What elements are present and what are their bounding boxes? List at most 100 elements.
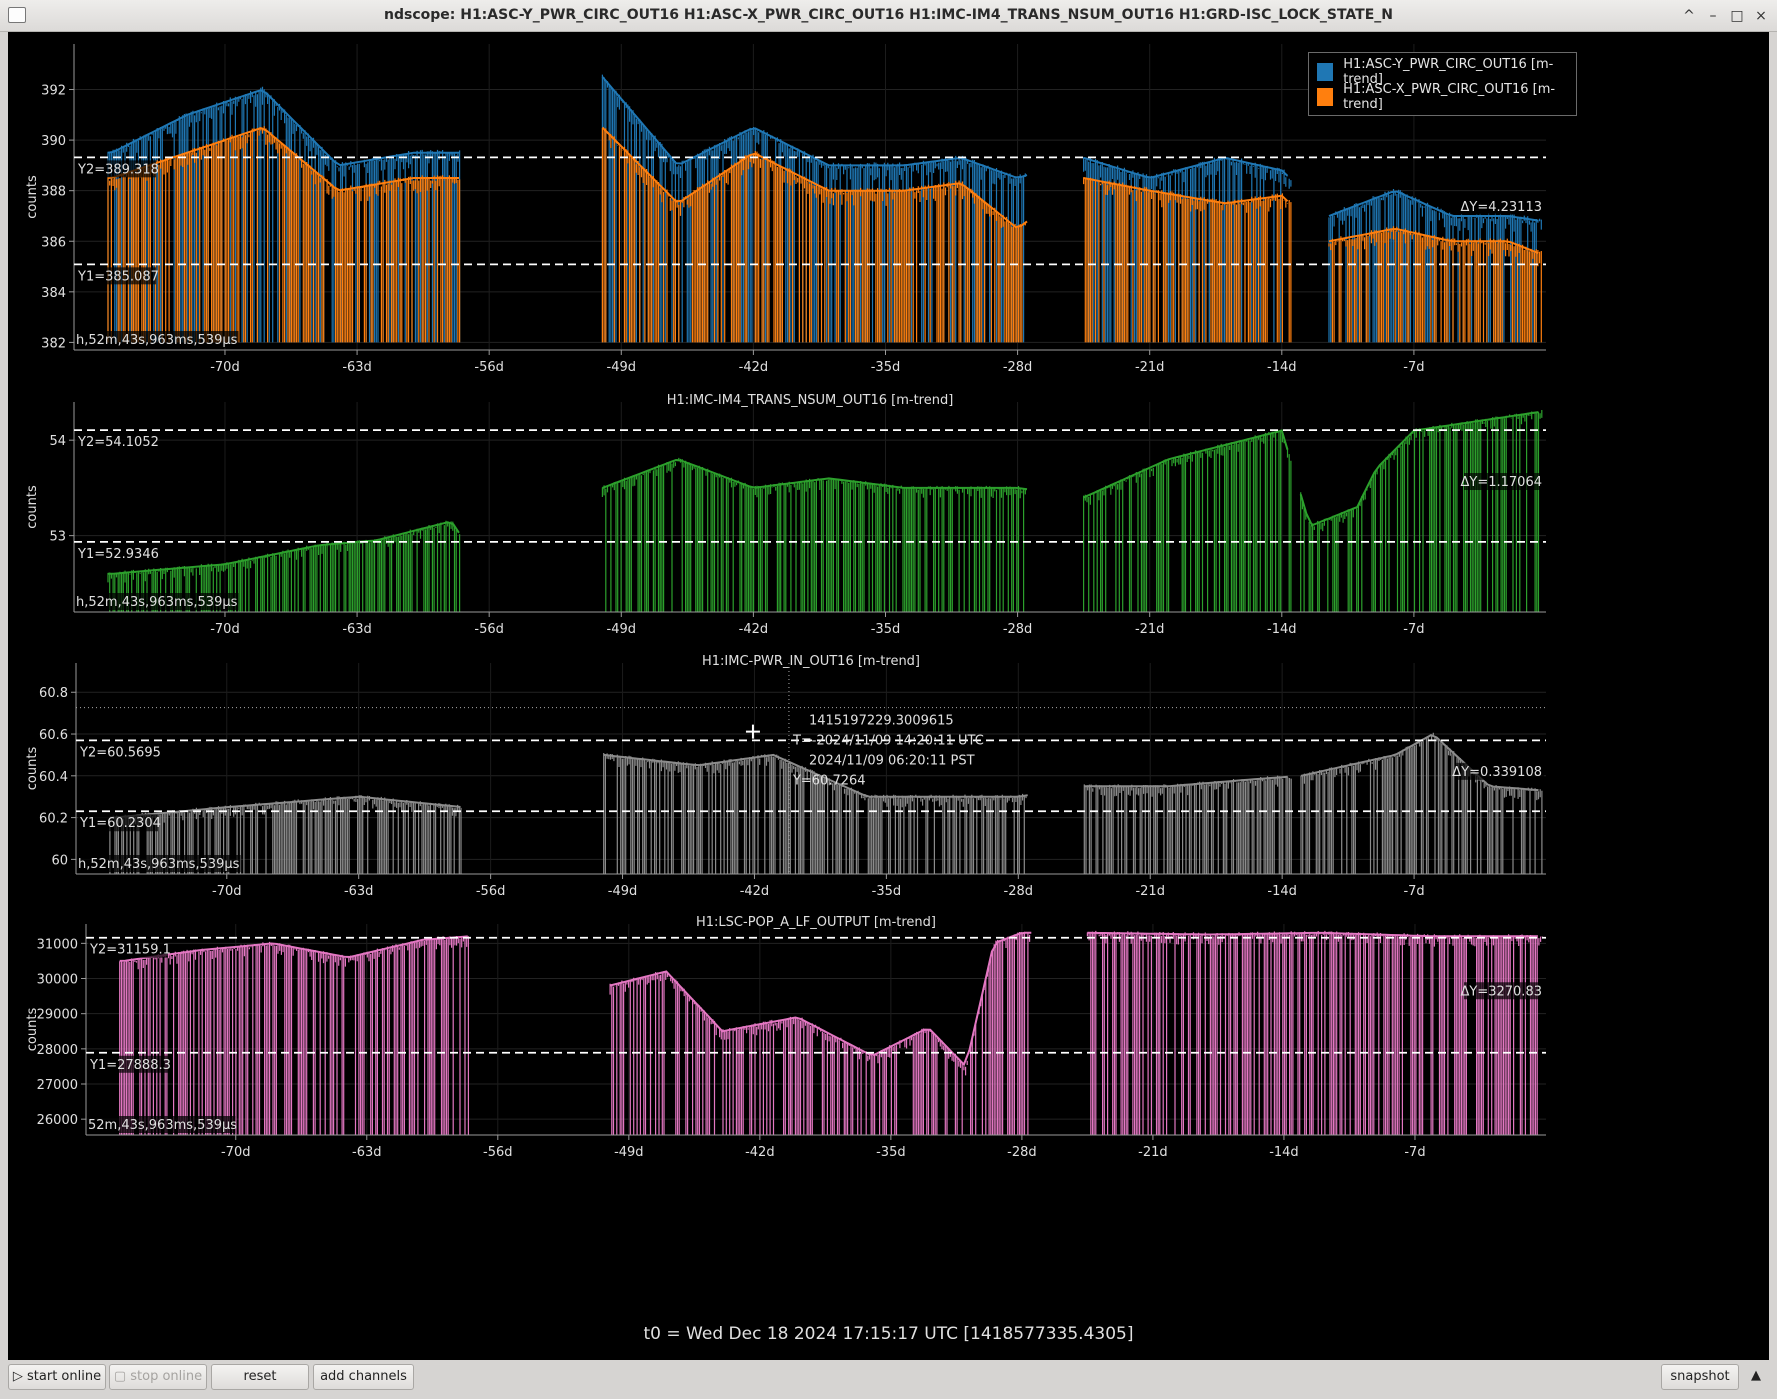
x-tick-label: -14d: [1267, 622, 1297, 637]
y-tick-label: 28000: [37, 1043, 78, 1058]
y-axis-label: counts: [25, 1008, 40, 1052]
y-tick-label: 382: [41, 336, 66, 351]
crosshair-readout: 2024/11/09 06:20:11 PST: [809, 754, 975, 769]
x-tick-label: -14d: [1267, 884, 1297, 899]
x-tick-label: -42d: [745, 1145, 775, 1160]
y-tick-label: 60.4: [39, 770, 68, 785]
x-tick-label: -21d: [1135, 884, 1165, 899]
y-tick-label: 53: [49, 530, 66, 545]
time-offset-label: h,52m,43s,963ms,539µs: [76, 595, 238, 610]
chart-title: H1:IMC-IM4_TRANS_NSUM_OUT16 [m-trend]: [667, 393, 954, 408]
y-tick-label: 60: [51, 853, 68, 868]
y-axis-label: counts: [25, 485, 40, 529]
x-tick-label: -70d: [210, 360, 240, 375]
y2-cursor-label: Y2=389.318: [77, 162, 159, 177]
t0-label: t0 = Wed Dec 18 2024 17:15:17 UTC [14185…: [643, 1324, 1134, 1344]
x-tick-label: -28d: [1007, 1145, 1037, 1160]
x-tick-label: -56d: [476, 884, 506, 899]
start-online-button[interactable]: ▷ start online: [8, 1364, 106, 1390]
window-titlebar: ndscope: H1:ASC-Y_PWR_CIRC_OUT16 H1:ASC-…: [0, 0, 1777, 32]
close-button[interactable]: ×: [1751, 6, 1771, 26]
chart-panel-4: 26000 27000 28000 29000 30000 31000 -70d -63d -5…: [25, 915, 1546, 1160]
y-tick-label: 60.2: [39, 812, 68, 827]
legend-entry[interactable]: H1:ASC-Y_PWR_CIRC_OUT16 [m-trend]: [1317, 57, 1568, 87]
y1-cursor-label: Y1=385.087: [77, 269, 159, 284]
window-title: ndscope: H1:ASC-Y_PWR_CIRC_OUT16 H1:ASC-…: [384, 7, 1393, 23]
y1-cursor-label: Y1=60.2304: [79, 816, 161, 831]
plots-svg[interactable]: 382 384 386 388 390 392 -70d -63d -56d -49d -42d -3…: [8, 32, 1769, 1322]
y-tick-label: 60.8: [39, 686, 68, 701]
x-tick-label: -49d: [607, 622, 637, 637]
x-tick-label: -35d: [871, 622, 901, 637]
x-tick-label: -42d: [740, 884, 770, 899]
crosshair-readout: 1415197229.3009615: [809, 714, 954, 729]
delta-y-label: ΔY=1.17064: [1461, 475, 1543, 490]
add-channels-button[interactable]: add channels: [313, 1364, 414, 1390]
y2-cursor-label: Y2=60.5695: [79, 745, 161, 760]
x-tick-label: -63d: [352, 1145, 382, 1160]
y-tick-label: 30000: [37, 973, 78, 988]
collapse-toolbar-icon[interactable]: ▲: [1743, 1364, 1769, 1390]
time-offset-label: 52m,43s,963ms,539µs: [88, 1118, 237, 1133]
x-tick-label: -70d: [221, 1145, 251, 1160]
x-tick-label: -42d: [739, 622, 769, 637]
x-tick-label: -7d: [1404, 1145, 1425, 1160]
chart-panel-2: 53 54 -70d -63d -56d -49d -42d -35d -28d -21d -14d…: [25, 393, 1546, 637]
series-trace: [603, 753, 1027, 874]
legend-swatch: [1317, 62, 1334, 81]
delta-y-label: ΔY=0.339108: [1452, 765, 1542, 780]
stop-online-button[interactable]: ▢ stop online: [109, 1364, 207, 1390]
y-tick-label: 60.6: [39, 728, 68, 743]
x-tick-label: -28d: [1003, 622, 1033, 637]
y-tick-label: 27000: [37, 1078, 78, 1093]
series-2: [107, 126, 1542, 343]
x-tick-label: -56d: [474, 622, 504, 637]
legend[interactable]: H1:ASC-Y_PWR_CIRC_OUT16 [m-trend] H1:ASC…: [1308, 52, 1577, 116]
x-tick-label: -14d: [1267, 360, 1297, 375]
x-tick-label: -7d: [1403, 884, 1424, 899]
time-offset-label: h,52m,43s,963ms,539µs: [78, 857, 240, 872]
x-tick-label: -35d: [876, 1145, 906, 1160]
crosshair-readout: Y=60.7264: [792, 774, 866, 789]
delta-y-label: ΔY=4.23113: [1461, 200, 1543, 215]
chart-title: H1:IMC-PWR_IN_OUT16 [m-trend]: [702, 654, 920, 669]
x-tick-label: -63d: [342, 360, 372, 375]
y1-cursor-label: Y1=27888.3: [89, 1058, 171, 1073]
legend-entry[interactable]: H1:ASC-X_PWR_CIRC_OUT16 [m-trend]: [1317, 81, 1568, 112]
move-cursor-icon: [745, 724, 760, 739]
x-tick-label: -28d: [1004, 884, 1034, 899]
series-trace: [1086, 930, 1543, 1135]
x-tick-label: -21d: [1135, 360, 1165, 375]
series-trace: [1328, 226, 1542, 343]
y-tick-label: 31000: [37, 937, 78, 952]
y-tick-label: 54: [49, 434, 66, 449]
x-tick-label: -14d: [1269, 1145, 1299, 1160]
y2-cursor-label: Y2=54.1052: [77, 435, 159, 450]
chart-panel-3: 60 60.2 60.4 60.6 60.8 -70d -63d -56d -49d -42d -3…: [25, 654, 1546, 899]
y-tick-label: 390: [41, 134, 66, 149]
series-1: [119, 930, 1543, 1135]
y-axis-label: counts: [25, 175, 40, 219]
x-tick-label: -49d: [607, 360, 637, 375]
y-tick-label: 29000: [37, 1008, 78, 1023]
crosshair-readout: T=-2024/11/09 14:20:11 UTC: [792, 734, 984, 749]
series-envelope: [609, 931, 1032, 1067]
x-tick-label: -35d: [872, 884, 902, 899]
x-tick-label: -7d: [1403, 622, 1424, 637]
reset-button[interactable]: reset: [211, 1364, 309, 1390]
y-tick-label: 26000: [37, 1113, 78, 1128]
legend-label: H1:ASC-X_PWR_CIRC_OUT16 [m-trend]: [1343, 81, 1556, 112]
snapshot-button[interactable]: snapshot: [1661, 1364, 1739, 1390]
maximize-button[interactable]: □: [1727, 6, 1747, 26]
y-tick-label: 388: [41, 185, 66, 200]
legend-swatch: [1317, 87, 1334, 106]
series-trace: [609, 931, 1031, 1135]
minimize-button[interactable]: –: [1703, 6, 1723, 26]
x-tick-label: -49d: [614, 1145, 644, 1160]
plot-area[interactable]: 382 384 386 388 390 392 -70d -63d -56d -49d -42d -3…: [8, 32, 1769, 1360]
x-tick-label: -70d: [210, 622, 240, 637]
series-trace: [1083, 429, 1292, 612]
y-tick-label: 384: [41, 286, 66, 301]
shade-button[interactable]: ^: [1679, 6, 1699, 26]
x-tick-label: -56d: [483, 1145, 513, 1160]
